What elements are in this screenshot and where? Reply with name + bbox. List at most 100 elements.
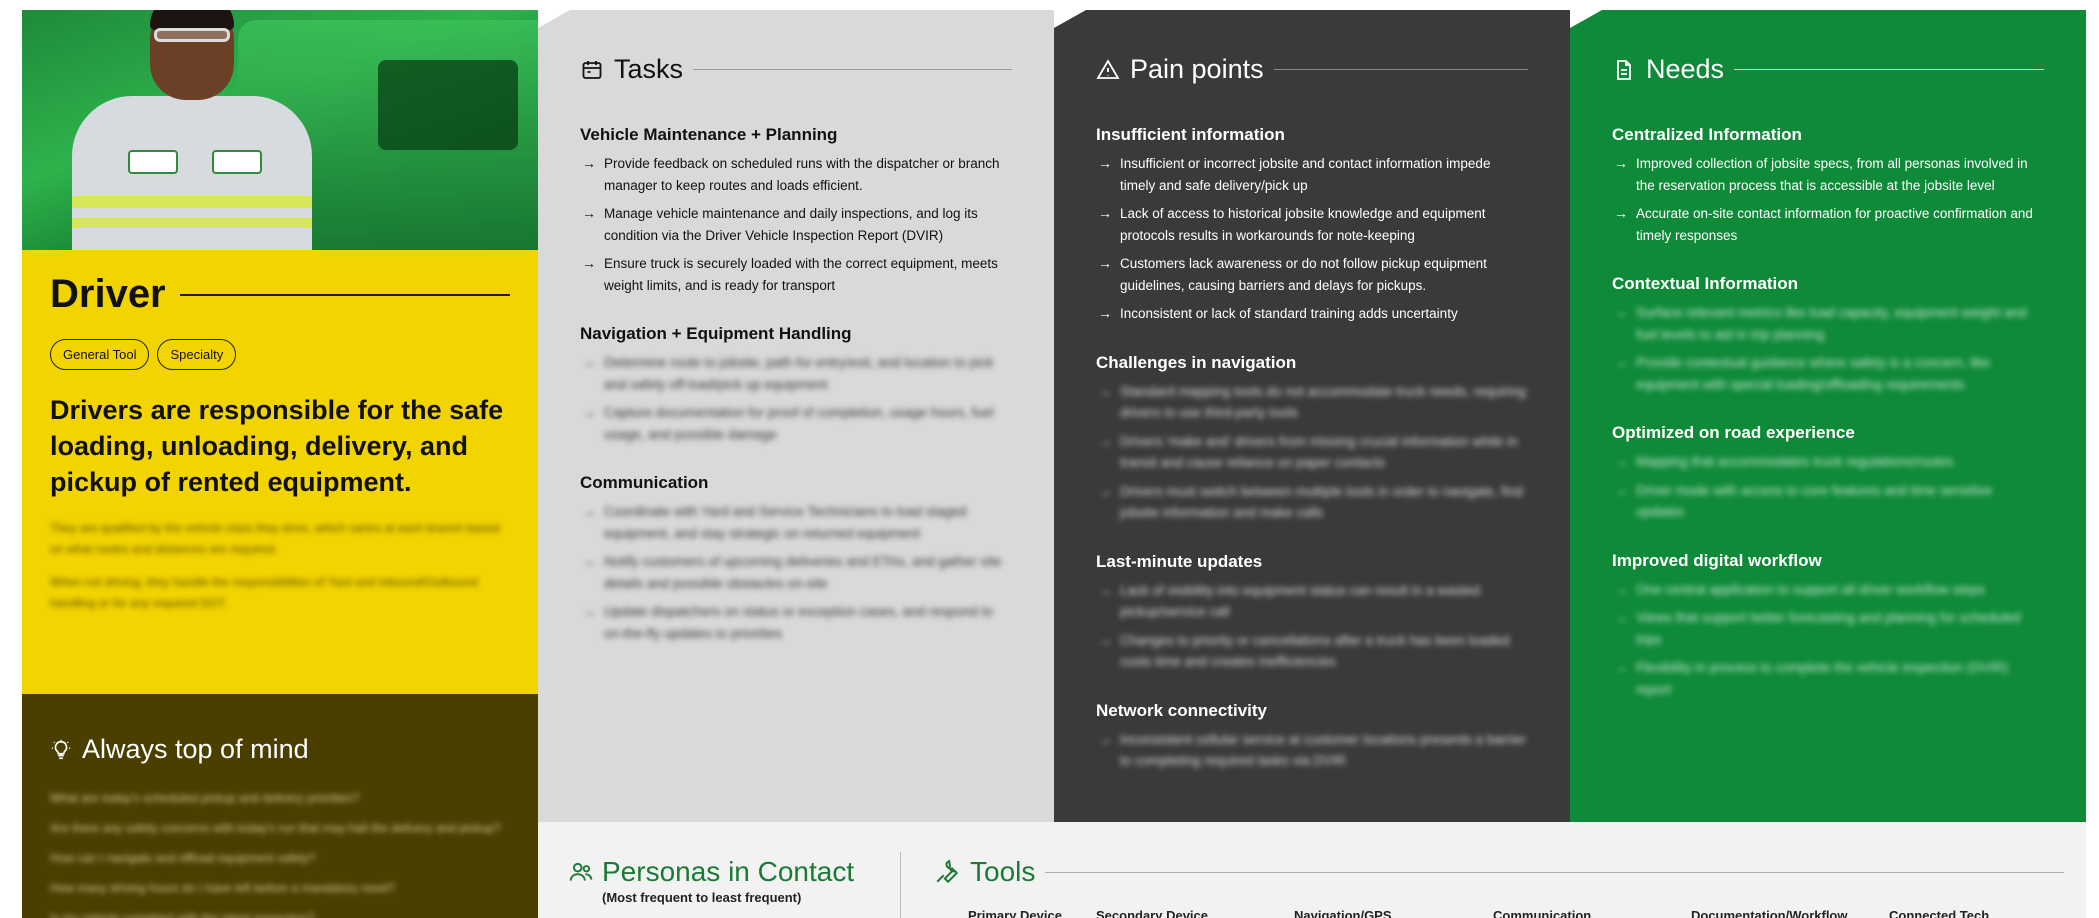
needs-column: Needs Centralized Information Improved co… — [1570, 10, 2086, 822]
bottom-strip: Personas in Contact (Most frequent to le… — [538, 822, 2086, 918]
section-list: Standard mapping tools do not accommodat… — [1096, 381, 1528, 524]
tool-col-communication: Communication — [1493, 908, 1592, 918]
list-item: Lack of visibility into equipment status… — [1096, 580, 1528, 623]
pain-points-title: Pain points — [1130, 54, 1264, 84]
list-item: Changes to priority or cancellations aft… — [1096, 630, 1528, 673]
tasks-column: Tasks Vehicle Maintenance + Planning Prov… — [538, 10, 1054, 822]
list-item: Manage vehicle maintenance and daily ins… — [580, 203, 1012, 246]
list-item: Is my vehicle compliant with the latest … — [50, 911, 315, 918]
list-item: Ensure truck is securely loaded with the… — [580, 253, 1012, 296]
list-item: Mapping that accommodates truck regulati… — [1612, 451, 2044, 473]
section-list: Surface relevant metrics like load capac… — [1612, 302, 2044, 395]
section-title: Challenges in navigation — [1096, 352, 1297, 372]
tag-specialty: Specialty — [157, 339, 237, 370]
list-item: How many driving hours do I have left be… — [50, 881, 395, 895]
driver-description: They are qualified by the vehicle class … — [50, 521, 500, 556]
list-item: Are there any safety concerns with today… — [50, 821, 501, 835]
section-title: Centralized Information — [1612, 125, 1802, 144]
list-item: Driver mode with access to core features… — [1612, 480, 2044, 523]
pain-points-sections: Insufficient information Insufficient or … — [1096, 125, 1528, 772]
section-list: Mapping that accommodates truck regulati… — [1612, 451, 2044, 523]
driver-lead: Drivers are responsible for the safe loa… — [50, 395, 504, 497]
needs-sections: Centralized Information Improved collecti… — [1612, 125, 2044, 700]
pain-points-divider — [1273, 69, 1528, 70]
needs-title: Needs — [1646, 54, 1725, 84]
personas-subtitle: (Most frequent to least frequent) — [602, 890, 802, 905]
document-icon — [1617, 59, 1631, 80]
list-item: One central application to support all d… — [1612, 579, 2044, 601]
driver-column: Driver General Tool Specialty Drivers ar… — [22, 10, 538, 918]
tools-title: Tools — [970, 856, 1036, 887]
always-top-of-mind: Always top of mind What are today's sche… — [22, 694, 538, 918]
list-item: Determine route to jobsite, path for ent… — [580, 352, 1012, 395]
list-item: Notify customers of upcoming deliveries … — [580, 551, 1012, 594]
section-title: Contextual Information — [1612, 274, 1799, 293]
list-item: Provide feedback on scheduled runs with … — [580, 153, 1012, 196]
list-item: Customers lack awareness or do not follo… — [1096, 253, 1528, 296]
section-title: Navigation + Equipment Handling — [580, 324, 852, 343]
list-item: Update dispatchers on status or exceptio… — [580, 601, 1012, 644]
list-item: How can I navigate and offload equipment… — [50, 851, 316, 865]
section-title: Network connectivity — [1096, 700, 1267, 720]
lightbulb-icon — [51, 739, 71, 759]
section-list: Improved collection of jobsite specs, fr… — [1612, 153, 2044, 246]
tag-general-tool: General Tool — [50, 339, 150, 370]
list-item: Views that support better forecasting an… — [1612, 607, 2044, 650]
section-list: Coordinate with Yard and Service Technic… — [580, 501, 1012, 644]
driver-photo — [22, 10, 538, 250]
personas-in-contact: Personas in Contact (Most frequent to le… — [568, 856, 854, 905]
wrench-icon — [936, 859, 959, 884]
tool-col-secondary: Secondary Device — [1096, 908, 1209, 918]
section-list: Lack of visibility into equipment status… — [1096, 580, 1528, 673]
title-divider — [179, 293, 510, 296]
list-item: Provide contextual guidance where safety… — [1612, 352, 2044, 395]
list-item: Insufficient or incorrect jobsite and co… — [1096, 153, 1528, 196]
pain-points-column: Pain points Insufficient informationInsu… — [1054, 10, 1570, 822]
list-item: What are today's scheduled pickup and de… — [50, 791, 360, 805]
section-title: Last-minute updates — [1096, 551, 1263, 571]
atm-title: Always top of mind — [82, 734, 309, 764]
driver-summary: Driver General Tool Specialty Drivers ar… — [50, 272, 510, 614]
calendar-icon — [582, 60, 602, 79]
page-title: Driver — [50, 272, 166, 316]
tools-divider — [1045, 871, 2064, 873]
section-title: Vehicle Maintenance + Planning — [580, 125, 838, 144]
section-title: Insufficient information — [1096, 125, 1285, 144]
tasks-sections: Vehicle Maintenance + Planning Provide fe… — [580, 125, 1012, 644]
bottom-divider — [900, 852, 901, 918]
section-list: Inconsistent cellular service at custome… — [1096, 729, 1528, 772]
list-item: Surface relevant metrics like load capac… — [1612, 302, 2044, 345]
section-list: One central application to support all d… — [1612, 579, 2044, 701]
section-list: Provide feedback on scheduled runs with … — [580, 153, 1012, 296]
tool-col-primary: Primary Device — [968, 908, 1062, 918]
tool-col-connected-tech: Connected Tech — [1889, 908, 1990, 918]
persona-tags: General Tool Specialty — [50, 339, 510, 370]
section-title: Improved digital workflow — [1612, 550, 1822, 570]
warning-icon — [1096, 58, 1120, 79]
section-title: Optimized on road experience — [1612, 423, 1855, 442]
tool-col-documentation: Documentation/Workflow — [1691, 908, 1848, 918]
atm-list: What are today's scheduled pickup and de… — [50, 783, 510, 918]
list-item: Improved collection of jobsite specs, fr… — [1612, 153, 2044, 196]
list-item: Capture documentation for proof of compl… — [580, 402, 1012, 445]
list-item: Drivers 'make and' drivers from missing … — [1096, 431, 1528, 474]
list-item: Standard mapping tools do not accommodat… — [1096, 381, 1528, 424]
tools-columns: Primary Device Secondary Device Navigati… — [968, 908, 2068, 918]
needs-divider — [1734, 69, 2044, 70]
tasks-title: Tasks — [614, 54, 684, 84]
tool-col-navigation: Navigation/GPS — [1294, 908, 1392, 918]
people-icon — [569, 862, 593, 881]
tasks-divider — [693, 69, 1012, 70]
list-item: Coordinate with Yard and Service Technic… — [580, 501, 1012, 544]
driver-description-2: When not driving, they handle the respon… — [50, 575, 478, 610]
list-item: Lack of access to historical jobsite kno… — [1096, 203, 1528, 246]
section-list: Insufficient or incorrect jobsite and co… — [1096, 153, 1528, 325]
list-item: Inconsistent cellular service at custome… — [1096, 729, 1528, 772]
tools-section: Tools Primary Device Secondary Device Na… — [934, 856, 2064, 918]
list-item: Accurate on-site contact information for… — [1612, 203, 2044, 246]
list-item: Drivers must switch between multiple too… — [1096, 481, 1528, 524]
personas-title: Personas in Contact — [602, 856, 855, 887]
section-list: Determine route to jobsite, path for ent… — [580, 352, 1012, 445]
list-item: Inconsistent or lack of standard trainin… — [1096, 303, 1528, 325]
list-item: Flexibility in process to complete the v… — [1612, 657, 2044, 700]
